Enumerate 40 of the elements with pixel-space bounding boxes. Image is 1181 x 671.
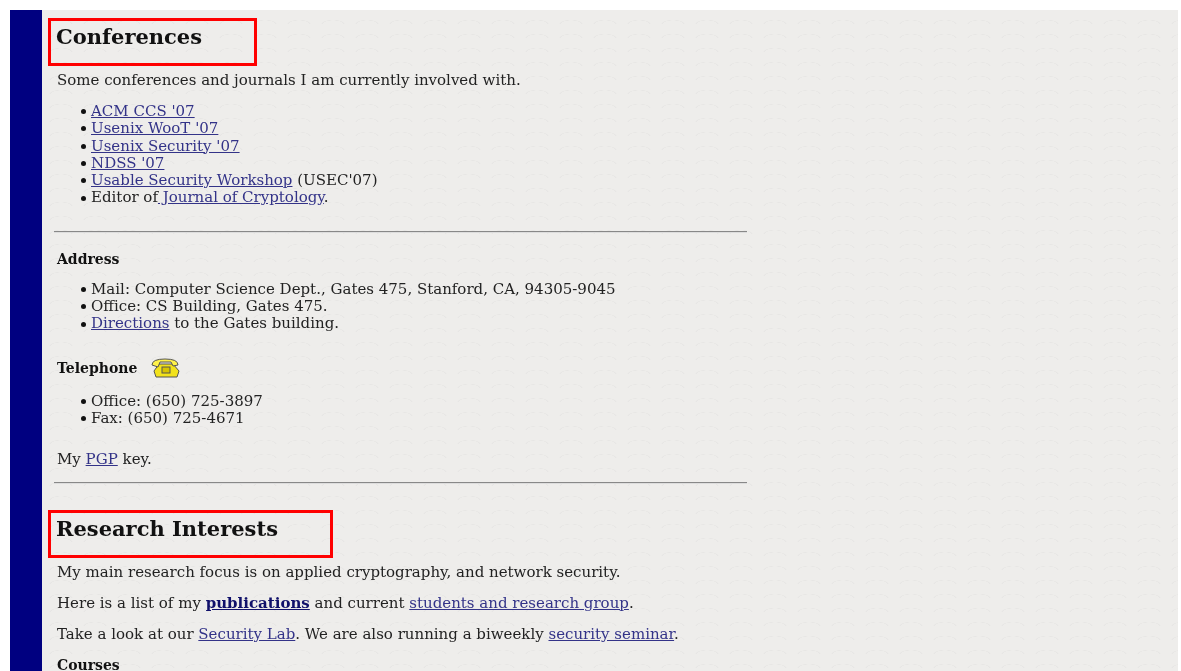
link[interactable]: ACM CCS '07 [91, 103, 195, 121]
section-heading: Research Interests [56, 516, 278, 542]
link[interactable]: Usable Security Workshop [91, 171, 293, 190]
list-item: Office: (650) 725-3897 [91, 392, 263, 410]
bullet-icon [81, 143, 86, 149]
list-item: Office: CS Building, Gates 475. [91, 298, 328, 316]
bullet-icon [81, 178, 86, 184]
link[interactable]: Security Lab [198, 625, 296, 644]
paragraph: Some conferences and journals I am currently involved with. [57, 72, 522, 89]
link[interactable]: Directions [91, 314, 170, 333]
link[interactable]: PGP [85, 450, 118, 469]
list-item: Directions to the Gates building. [91, 315, 339, 333]
bullet-icon [81, 286, 86, 292]
bullet-icon [81, 109, 86, 115]
bullet-icon [81, 195, 86, 201]
telephone-icon [150, 356, 183, 379]
list-item: Editor of Journal of Cryptology. [91, 189, 329, 207]
paragraph: Take a look at our Security Lab. We are also running a biweekly security seminar. [57, 626, 680, 644]
list-item: Mail: Computer Science Dept., Gates 475, Stanford, CA, 94305-9045 [91, 280, 616, 299]
paragraph: My PGP key. [57, 451, 153, 469]
subheading: Address [57, 250, 120, 267]
link[interactable]: students and research group [409, 594, 629, 613]
section-heading: Conferences [56, 24, 203, 49]
bullet-icon [81, 321, 86, 327]
list-item: Fax: (650) 725-4671 [91, 409, 245, 428]
bullet-icon [81, 161, 86, 167]
list-item: Usable Security Workshop (USEC'07) [91, 172, 378, 190]
bullet-icon [81, 304, 86, 310]
paragraph: My main research focus is on applied cryptography, and network security. [57, 564, 622, 582]
bullet-icon [81, 416, 86, 422]
link[interactable]: publications [205, 594, 310, 613]
paragraph: Here is a list of my publications and current students and research group. [57, 595, 635, 613]
bullet-icon [81, 126, 86, 132]
link[interactable]: security seminar [548, 625, 675, 644]
bullet-icon [81, 398, 86, 404]
link[interactable]: NDSS '07 [91, 154, 165, 173]
subheading: Telephone [57, 359, 138, 376]
link[interactable]: Usenix WooT '07 [91, 120, 219, 138]
subheading: Courses [57, 657, 120, 671]
link[interactable]: Usenix Security '07 [91, 137, 240, 155]
